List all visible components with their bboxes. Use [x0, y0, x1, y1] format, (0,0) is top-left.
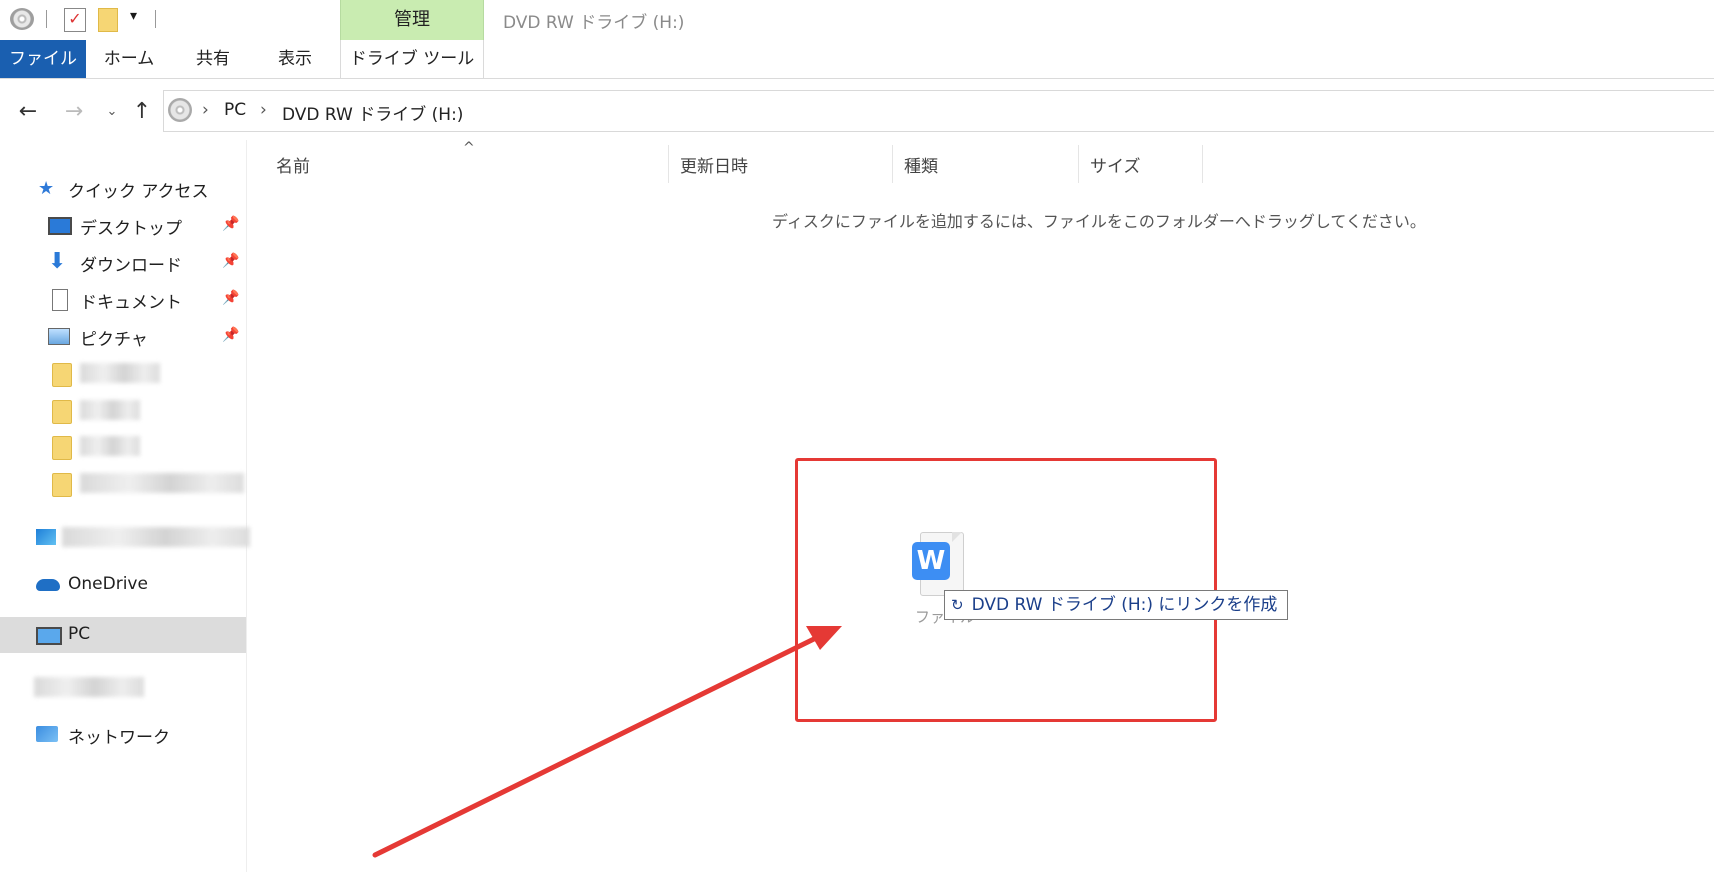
- annotation-arrow-line: [372, 633, 823, 858]
- star-icon: ★: [38, 178, 55, 199]
- sidebar-item-pictures[interactable]: ピクチャ 📌: [0, 319, 246, 353]
- redacted-label: [62, 527, 250, 547]
- new-folder-icon[interactable]: [98, 8, 118, 32]
- column-divider[interactable]: [892, 145, 893, 183]
- column-header-name[interactable]: 名前: [276, 152, 310, 177]
- pictures-icon: [48, 328, 70, 345]
- sort-ascending-icon: ^: [463, 140, 475, 156]
- breadcrumb-separator: ›: [260, 100, 267, 120]
- back-button[interactable]: ←: [14, 98, 42, 126]
- page-fold: [952, 532, 962, 542]
- sidebar-item-desktop[interactable]: デスクトップ 📌: [0, 208, 246, 242]
- dvd-drive-icon: [168, 98, 192, 122]
- redacted-label: [80, 436, 140, 456]
- ribbon-tab-bar: [0, 40, 1714, 79]
- folder-icon: [52, 436, 72, 460]
- sidebar-item-documents[interactable]: ドキュメント 📌: [0, 282, 246, 316]
- sidebar-item-onedrive[interactable]: OneDrive: [0, 568, 246, 602]
- link-arrow-icon: ↻: [951, 596, 964, 614]
- sidebar-item-network[interactable]: ネットワーク: [0, 717, 246, 751]
- tab-file[interactable]: ファイル: [0, 40, 86, 78]
- toolbar-divider: [46, 10, 47, 28]
- tab-view[interactable]: 表示: [262, 40, 328, 78]
- tab-share[interactable]: 共有: [178, 40, 248, 78]
- network-icon: [36, 726, 58, 742]
- properties-icon[interactable]: ✓: [64, 8, 86, 32]
- column-divider[interactable]: [1202, 145, 1203, 183]
- redacted-label: [80, 363, 160, 383]
- tab-drive-tools[interactable]: ドライブ ツール: [340, 40, 484, 78]
- redacted-label: [34, 677, 144, 697]
- sidebar-item-redacted[interactable]: [0, 670, 246, 704]
- column-header-modified[interactable]: 更新日時: [680, 152, 748, 177]
- column-divider[interactable]: [668, 145, 669, 183]
- sidebar-item-quick-access[interactable]: ★ クイック アクセス: [0, 171, 246, 205]
- sidebar-item-redacted[interactable]: [0, 520, 250, 554]
- recent-locations-button[interactable]: ⌄: [98, 98, 126, 126]
- dvd-drive-icon[interactable]: [10, 8, 34, 30]
- cloud-drive-icon: [36, 529, 56, 545]
- forward-button[interactable]: →: [60, 98, 88, 126]
- column-divider[interactable]: [1078, 145, 1079, 183]
- redacted-label: [80, 473, 244, 493]
- sidebar-item-folder-redacted[interactable]: [0, 393, 246, 427]
- documents-icon: [52, 289, 68, 311]
- pin-icon[interactable]: 📌: [222, 253, 239, 269]
- customize-dropdown-icon[interactable]: ▾: [130, 8, 137, 24]
- sidebar-item-pc[interactable]: PC: [0, 617, 246, 653]
- breadcrumb-pc[interactable]: PC: [224, 100, 246, 120]
- desktop-icon: [48, 217, 72, 235]
- sidebar-item-folder-redacted[interactable]: [0, 466, 246, 500]
- empty-folder-message: ディスクにファイルを追加するには、ファイルをこのフォルダーへドラッグしてください…: [772, 212, 1426, 231]
- column-header-size[interactable]: サイズ: [1090, 152, 1141, 177]
- folder-icon: [52, 473, 72, 497]
- folder-icon: [52, 400, 72, 424]
- dragged-file: W: [912, 532, 968, 596]
- drag-tooltip: ↻ DVD RW ドライブ (H:) にリンクを作成: [944, 590, 1289, 620]
- toolbar-divider: [155, 10, 156, 28]
- sidebar-item-folder-redacted[interactable]: [0, 429, 246, 463]
- sidebar-item-downloads[interactable]: ⬇ ダウンロード 📌: [0, 245, 246, 279]
- manage-context-tab[interactable]: 管理: [340, 0, 484, 40]
- sidebar-item-folder-redacted[interactable]: [0, 356, 246, 390]
- folder-icon: [52, 363, 72, 387]
- redacted-label: [80, 400, 140, 420]
- up-button[interactable]: ↑: [128, 98, 156, 126]
- pin-icon[interactable]: 📌: [222, 327, 239, 343]
- drag-tooltip-text: DVD RW ドライブ (H:) にリンクを作成: [971, 595, 1278, 615]
- pin-icon[interactable]: 📌: [222, 290, 239, 306]
- column-header-type[interactable]: 種類: [904, 152, 938, 177]
- breadcrumb-drive[interactable]: DVD RW ドライブ (H:): [282, 100, 463, 125]
- window-title: DVD RW ドライブ (H:): [503, 13, 685, 33]
- breadcrumb-separator: ›: [202, 100, 209, 120]
- wps-writer-icon: W: [912, 542, 950, 580]
- cloud-icon: [36, 579, 60, 591]
- title-bar: [0, 0, 1714, 40]
- download-icon: ⬇: [48, 249, 67, 274]
- pin-icon[interactable]: 📌: [222, 216, 239, 232]
- computer-icon: [36, 627, 62, 645]
- tab-home[interactable]: ホーム: [92, 40, 166, 78]
